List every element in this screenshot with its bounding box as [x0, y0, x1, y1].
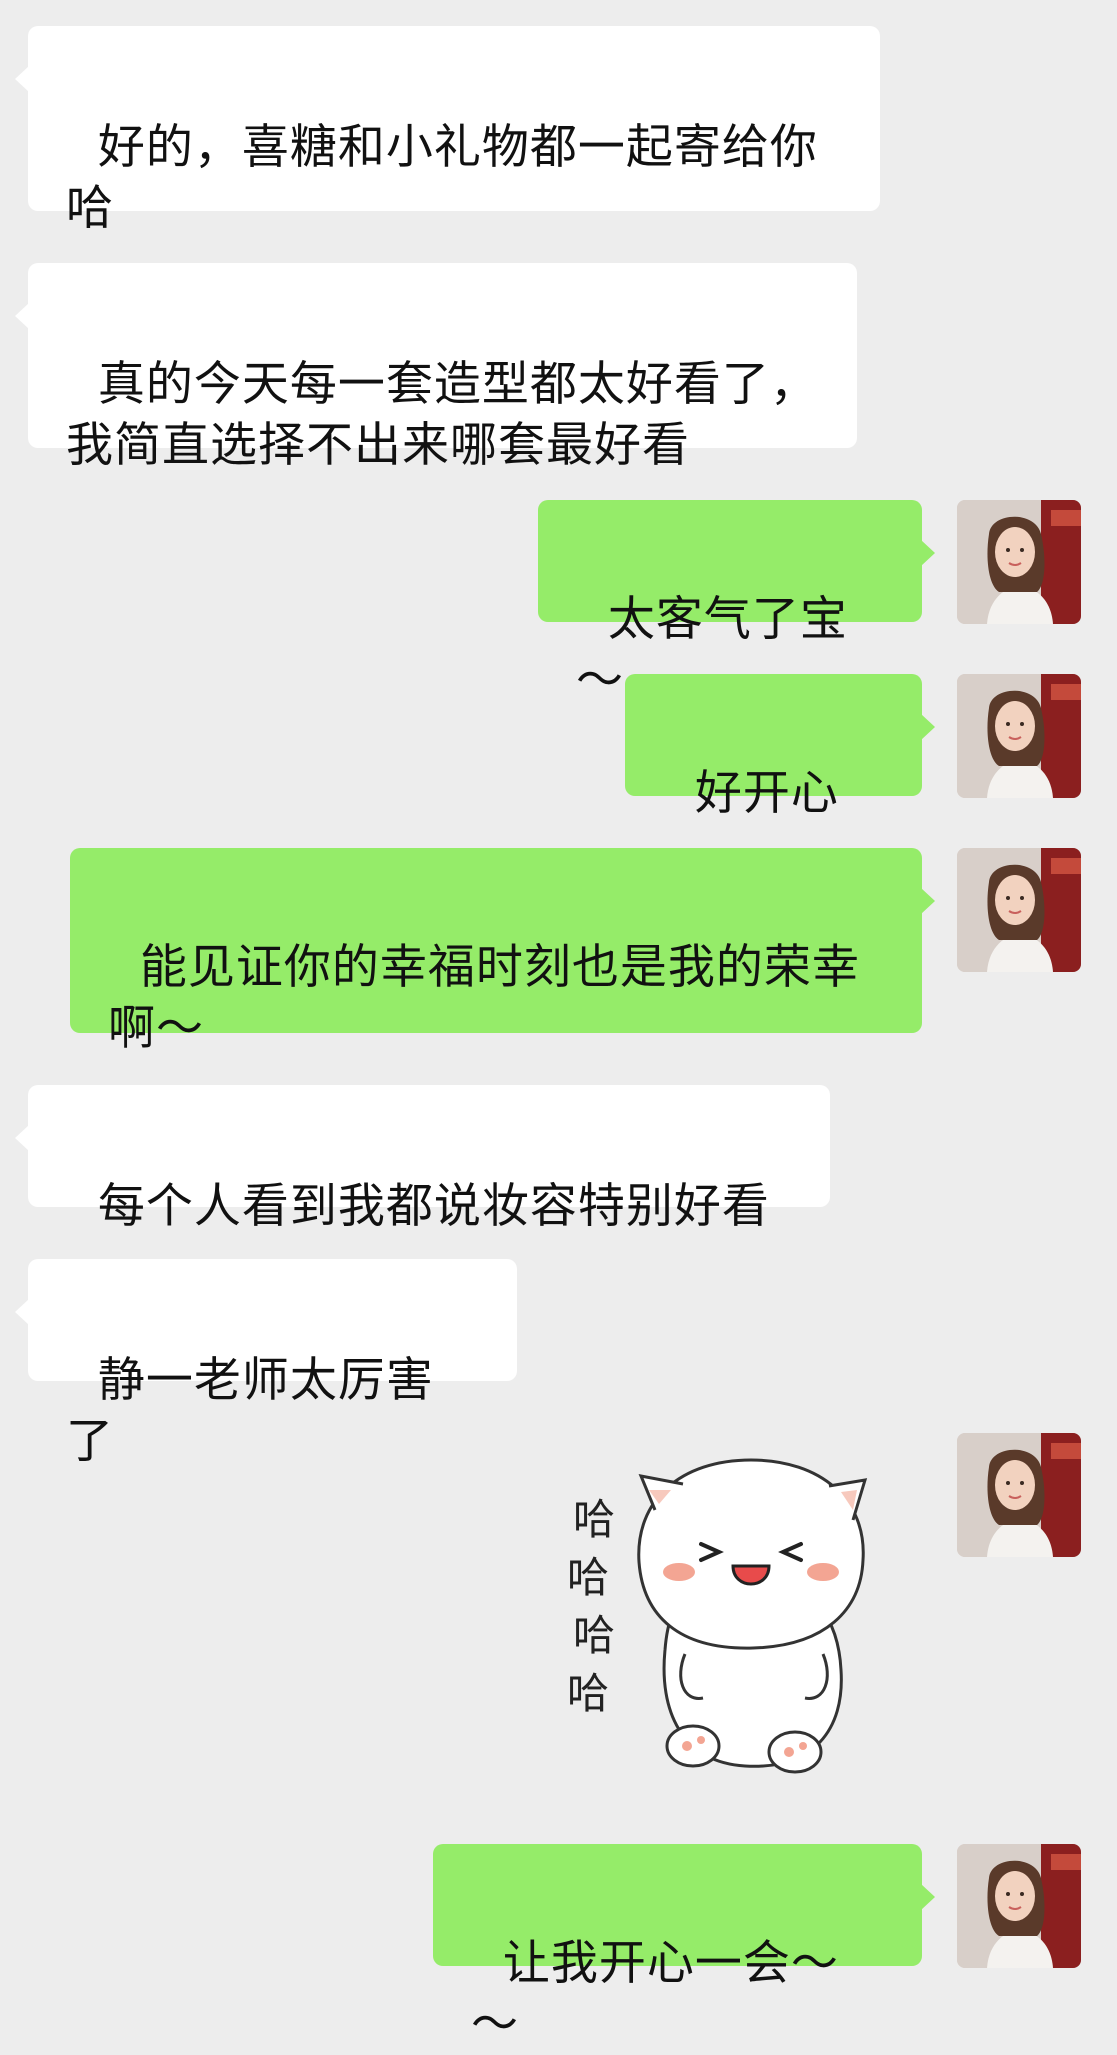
- laughing-white-cat-sticker[interactable]: 哈 哈 哈 哈: [555, 1440, 935, 1790]
- message-bubble-incoming[interactable]: 好的，喜糖和小礼物都一起寄给你哈: [15, 26, 880, 236]
- avatar[interactable]: [957, 500, 1081, 624]
- message-text: 静一老师太厉害了: [66, 1353, 434, 1469]
- message-text: 好的，喜糖和小礼物都一起寄给你哈: [66, 120, 818, 236]
- avatar-icon: [957, 1433, 1081, 1557]
- avatar-icon: [957, 1844, 1081, 1968]
- message-bubble-outgoing[interactable]: 能见证你的幸福时刻也是我的荣幸啊～: [70, 848, 935, 1056]
- message-bubble-incoming[interactable]: 每个人看到我都说妆容特别好看: [15, 1085, 830, 1234]
- message-text: 能见证你的幸福时刻也是我的荣幸啊～: [108, 940, 860, 1056]
- message-bubble-incoming[interactable]: 真的今天每一套造型都太好看了，我简直选择不出来哪套最好看: [15, 263, 857, 473]
- message-text: 让我开心一会～～: [471, 1936, 839, 2052]
- message-text: 好开心: [694, 766, 839, 821]
- message-text: 真的今天每一套造型都太好看了，我简直选择不出来哪套最好看: [66, 357, 818, 473]
- message-bubble-outgoing[interactable]: 太客气了宝～: [538, 500, 935, 708]
- sticker-laugh-text: 哈: [567, 1554, 609, 1601]
- avatar[interactable]: [957, 1433, 1081, 1557]
- avatar-icon: [957, 500, 1081, 624]
- message-bubble-incoming[interactable]: 静一老师太厉害了: [15, 1259, 517, 1469]
- avatar-icon: [957, 674, 1081, 798]
- avatar[interactable]: [957, 848, 1081, 972]
- sticker-laugh-text: 哈: [573, 1496, 615, 1543]
- message-text: 每个人看到我都说妆容特别好看: [97, 1179, 770, 1234]
- message-bubble-outgoing[interactable]: 好开心: [625, 674, 935, 938]
- avatar[interactable]: [957, 1844, 1081, 1968]
- message-bubble-outgoing[interactable]: 让我开心一会～～: [433, 1844, 935, 2052]
- avatar-icon: [957, 848, 1081, 972]
- sticker-laugh-text: 哈: [573, 1612, 615, 1659]
- avatar[interactable]: [957, 674, 1081, 798]
- sticker-laugh-text: 哈: [567, 1670, 609, 1717]
